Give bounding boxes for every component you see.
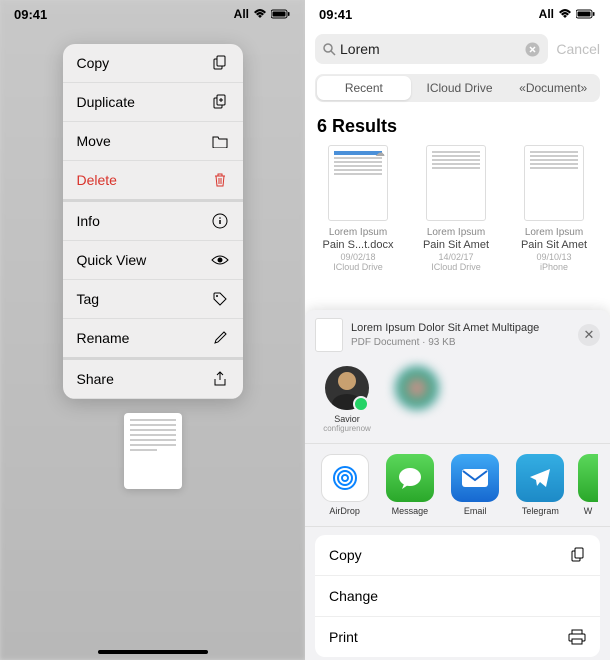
result-item[interactable]: Lorem Ipsum Pain Sit Amet 09/10/13 iPhon… <box>509 145 599 272</box>
menu-tags-label: Tag <box>77 291 100 307</box>
cloud-download-icon: ☁ <box>375 148 385 159</box>
avatar <box>395 366 439 410</box>
status-time: 09:41 <box>319 7 352 22</box>
status-carrier: All <box>539 7 554 21</box>
search-input[interactable]: Lorem <box>315 34 548 64</box>
battery-icon <box>576 9 596 19</box>
tag-icon <box>211 290 229 308</box>
status-bar: 09:41 All <box>0 0 305 28</box>
print-icon <box>568 629 586 645</box>
app-telegram[interactable]: Telegram <box>513 454 568 516</box>
context-menu: Copy Duplicate Move Delete Info Quick Vi… <box>63 44 243 399</box>
menu-quicklook-label: Quick View <box>77 252 147 268</box>
copy-icon <box>570 547 586 563</box>
tab-documents[interactable]: «Document» <box>506 74 600 102</box>
menu-copy-label: Copy <box>77 55 110 71</box>
app-mail[interactable]: Email <box>448 454 503 516</box>
menu-info-label: Info <box>77 213 100 229</box>
pencil-icon <box>211 329 229 347</box>
menu-move-label: Move <box>77 133 111 149</box>
action-change[interactable]: Change <box>315 576 600 617</box>
eye-icon <box>211 251 229 269</box>
info-icon <box>211 212 229 230</box>
menu-quicklook[interactable]: Quick View <box>63 241 243 280</box>
home-indicator[interactable] <box>98 650 208 654</box>
document-thumbnail[interactable] <box>124 413 182 489</box>
results-title: 6 Results <box>305 112 610 145</box>
clear-icon[interactable] <box>525 42 540 57</box>
menu-share[interactable]: Share <box>63 360 243 399</box>
battery-icon <box>271 9 291 19</box>
menu-share-label: Share <box>77 371 114 387</box>
share-icon <box>211 370 229 388</box>
wifi-icon <box>558 9 572 19</box>
share-thumbnail <box>315 318 343 352</box>
share-contact[interactable]: Savior configurenow <box>319 366 375 433</box>
search-icon <box>323 43 336 56</box>
copy-icon <box>211 54 229 72</box>
menu-move[interactable]: Move <box>63 122 243 161</box>
folder-icon <box>211 132 229 150</box>
app-more[interactable]: W <box>578 454 598 516</box>
trash-icon <box>211 171 229 189</box>
share-subtitle: PDF Document · 93 KB <box>351 336 570 349</box>
result-item[interactable]: ☁ Lorem Ipsum Pain S...t.docx 09/02/18 I… <box>313 145 403 272</box>
menu-delete-label: Delete <box>77 172 117 188</box>
status-carrier: All <box>234 7 249 21</box>
action-copy[interactable]: Copy <box>315 535 600 576</box>
status-time: 09:41 <box>14 7 47 22</box>
menu-tags[interactable]: Tag <box>63 280 243 319</box>
close-button[interactable]: ✕ <box>578 324 600 346</box>
menu-rename[interactable]: Rename <box>63 319 243 360</box>
status-bar: 09:41 All <box>305 0 610 28</box>
app-airdrop[interactable]: AirDrop <box>317 454 372 516</box>
search-query: Lorem <box>340 41 525 57</box>
menu-copy[interactable]: Copy <box>63 44 243 83</box>
share-sheet: Lorem Ipsum Dolor Sit Amet Multipage PDF… <box>305 310 610 660</box>
tab-recent[interactable]: Recent <box>317 76 411 100</box>
menu-duplicate[interactable]: Duplicate <box>63 83 243 122</box>
scope-tabs: Recent ICloud Drive «Document» <box>315 74 600 102</box>
cancel-button[interactable]: Cancel <box>556 41 600 57</box>
share-contact[interactable] <box>389 366 445 433</box>
tab-icloud[interactable]: ICloud Drive <box>413 74 507 102</box>
share-title: Lorem Ipsum Dolor Sit Amet Multipage <box>351 321 570 335</box>
menu-info[interactable]: Info <box>63 202 243 241</box>
wifi-icon <box>253 9 267 19</box>
menu-rename-label: Rename <box>77 330 130 346</box>
menu-duplicate-label: Duplicate <box>77 94 135 110</box>
duplicate-icon <box>211 93 229 111</box>
action-print[interactable]: Print <box>315 617 600 657</box>
results-list: ☁ Lorem Ipsum Pain S...t.docx 09/02/18 I… <box>305 145 610 272</box>
result-item[interactable]: Lorem Ipsum Pain Sit Amet 14/02/17 IClou… <box>411 145 501 272</box>
menu-delete[interactable]: Delete <box>63 161 243 202</box>
whatsapp-badge-icon <box>353 396 369 412</box>
app-messages[interactable]: Message <box>382 454 437 516</box>
